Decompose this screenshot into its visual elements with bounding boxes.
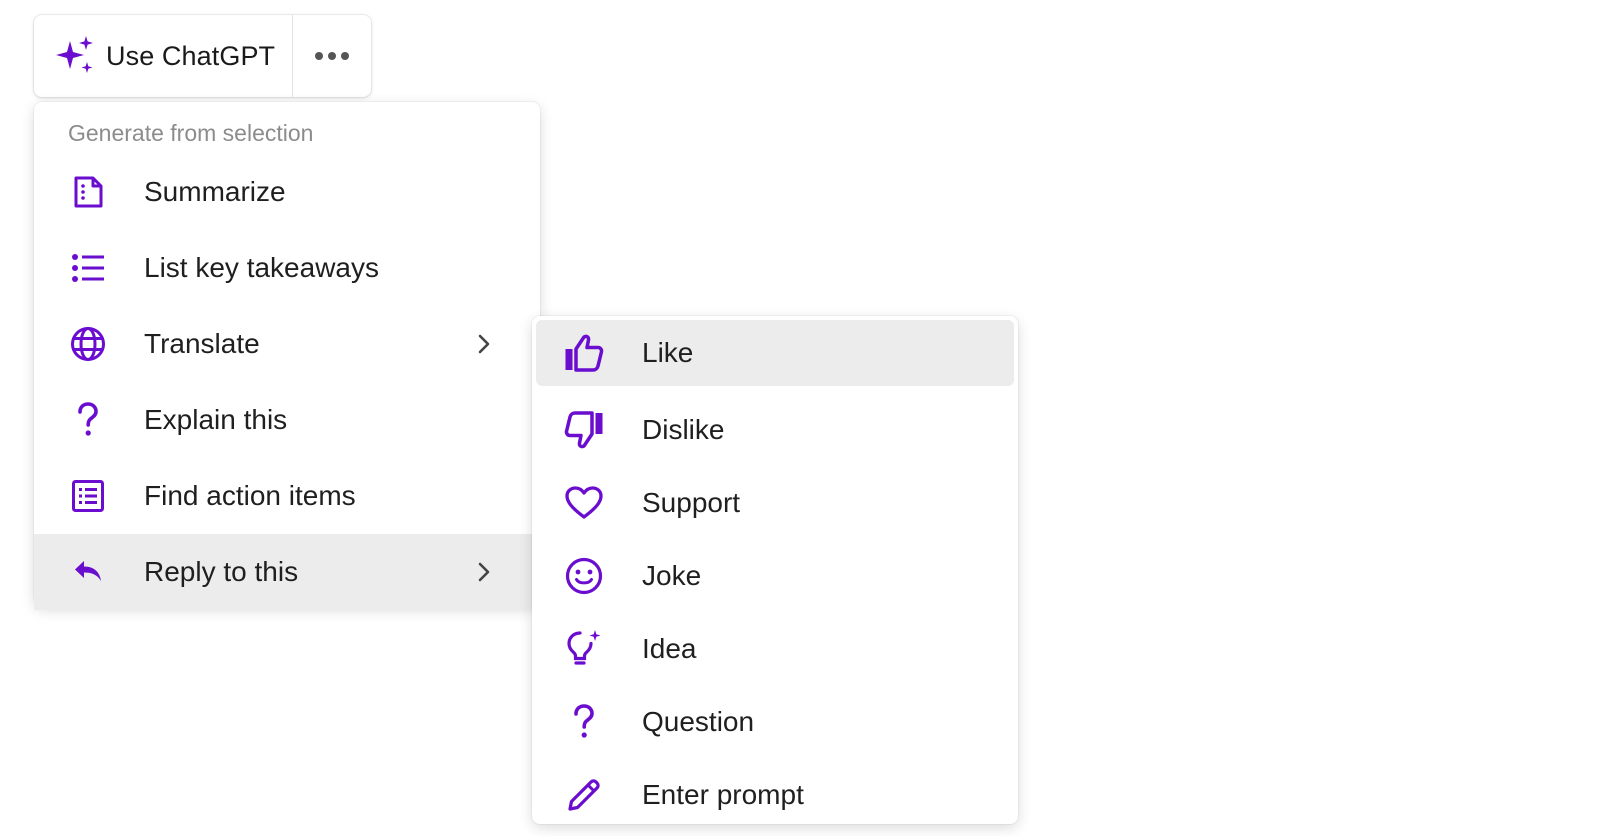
menu-item-label: Reply to this <box>144 556 299 587</box>
checklist-icon <box>70 478 106 514</box>
thumbs-up-icon <box>564 333 604 373</box>
submenu-item-label: Dislike <box>642 413 725 445</box>
reply-submenu: Like Dislike Support Joke Idea Question … <box>532 316 1018 824</box>
lightbulb-icon <box>564 629 604 669</box>
menu-item-list-key-takeaways[interactable]: List key takeaways <box>34 230 540 306</box>
question-icon <box>564 702 604 742</box>
submenu-item-label: Idea <box>642 632 697 664</box>
list-icon <box>70 250 106 286</box>
menu-item-explain-this[interactable]: Explain this <box>34 382 540 458</box>
heart-icon <box>564 483 604 523</box>
thumbs-down-icon <box>564 410 604 450</box>
smile-icon <box>564 556 604 596</box>
menu-item-translate[interactable]: Translate <box>34 306 540 382</box>
submenu-item-dislike[interactable]: Dislike <box>536 393 1014 466</box>
menu-item-find-action-items[interactable]: Find action items <box>34 458 540 534</box>
submenu-item-label: Like <box>642 337 694 368</box>
menu-item-label: List key takeaways <box>144 252 379 283</box>
chatgpt-toolbar: Use ChatGPT <box>34 15 371 97</box>
use-chatgpt-button[interactable]: Use ChatGPT <box>34 15 292 97</box>
more-horizontal-icon <box>314 51 350 61</box>
submenu-item-joke[interactable]: Joke <box>536 539 1014 612</box>
pencil-icon <box>564 775 604 815</box>
menu-item-label: Summarize <box>144 176 286 207</box>
use-chatgpt-label: Use ChatGPT <box>106 40 276 71</box>
chevron-right-icon <box>472 560 496 584</box>
submenu-item-like[interactable]: Like <box>536 320 1014 386</box>
sparkles-icon <box>54 35 96 77</box>
submenu-item-label: Question <box>642 705 755 737</box>
menu-section-title: Generate from selection <box>68 120 314 146</box>
submenu-item-label: Joke <box>642 559 702 591</box>
menu-item-label: Translate <box>144 328 260 359</box>
submenu-item-label: Enter prompt <box>642 778 804 810</box>
more-options-button[interactable] <box>293 15 371 97</box>
menu-item-label: Explain this <box>144 404 288 435</box>
submenu-item-question[interactable]: Question <box>536 685 1014 758</box>
submenu-item-enter-prompt[interactable]: Enter prompt <box>536 758 1014 831</box>
document-icon <box>70 174 106 210</box>
globe-icon <box>70 326 106 362</box>
submenu-item-label: Support <box>642 486 741 518</box>
generate-menu: Generate from selection Summarize List k… <box>34 102 540 610</box>
menu-item-summarize[interactable]: Summarize <box>34 154 540 230</box>
submenu-item-support[interactable]: Support <box>536 466 1014 539</box>
question-icon <box>70 402 106 438</box>
chevron-right-icon <box>472 332 496 356</box>
menu-item-reply-to-this[interactable]: Reply to this <box>34 534 540 610</box>
submenu-item-idea[interactable]: Idea <box>536 612 1014 685</box>
menu-item-label: Find action items <box>144 480 356 511</box>
reply-icon <box>70 554 106 590</box>
